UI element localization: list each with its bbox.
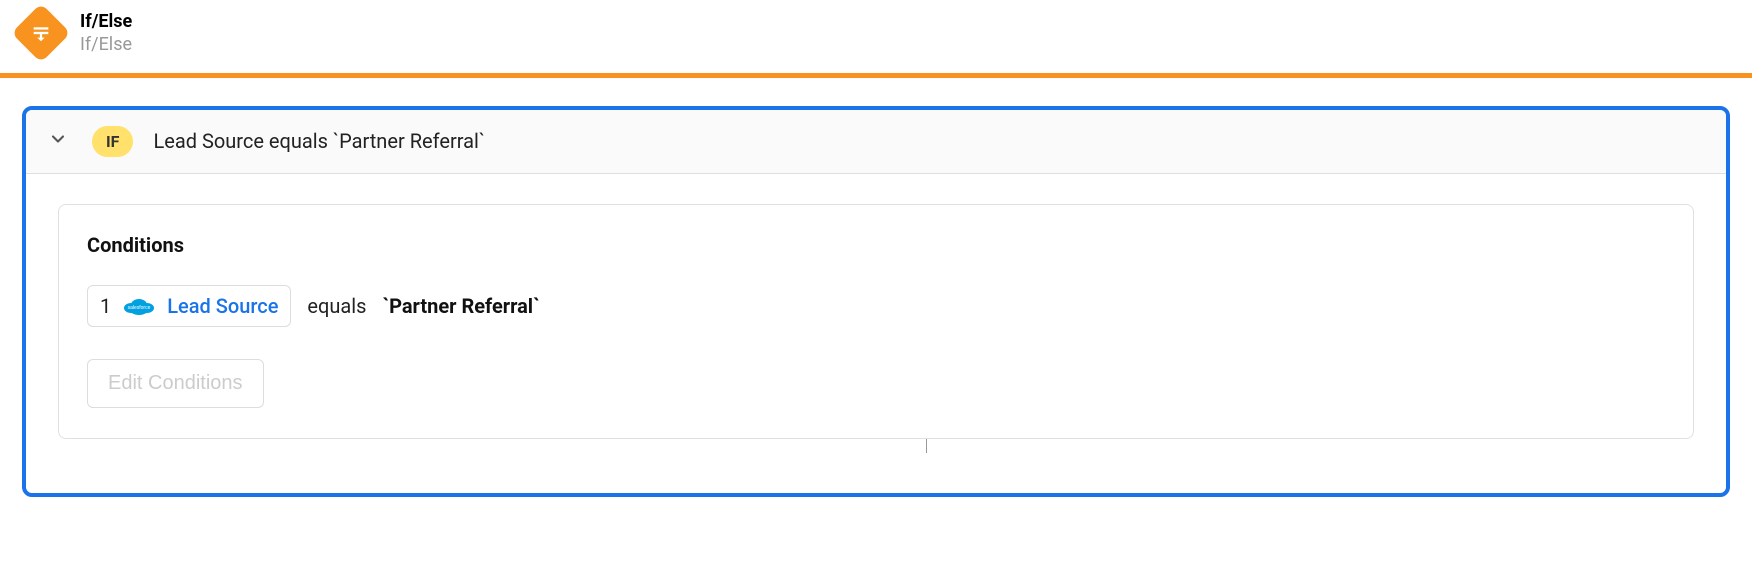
condition-value: `Partner Referral`	[382, 294, 539, 318]
svg-text:salesforce: salesforce	[128, 305, 151, 311]
field-chip[interactable]: 1 salesforce Lead Source	[87, 285, 291, 327]
field-name: Lead Source	[167, 294, 278, 318]
condition-index: 1	[100, 294, 111, 318]
connector-tick	[926, 439, 927, 453]
conditions-card: Conditions 1 salesforce Lead Source	[58, 204, 1694, 439]
chevron-down-icon[interactable]	[48, 129, 68, 153]
if-panel: IF Lead Source equals `Partner Referral`…	[22, 106, 1730, 497]
node-header: If/Else If/Else	[0, 0, 1752, 73]
if-badge: IF	[92, 126, 133, 157]
edit-conditions-button[interactable]: Edit Conditions	[87, 359, 264, 408]
condition-summary: Lead Source equals `Partner Referral`	[153, 129, 485, 153]
condition-row: 1 salesforce Lead Source equals `Partner…	[87, 285, 1665, 327]
if-else-icon	[11, 4, 70, 63]
header-divider	[0, 73, 1752, 78]
salesforce-icon: salesforce	[121, 294, 157, 318]
node-subtitle: If/Else	[80, 33, 132, 56]
conditions-title: Conditions	[87, 233, 1665, 257]
operator: equals	[307, 294, 366, 318]
if-panel-body: Conditions 1 salesforce Lead Source	[26, 174, 1726, 493]
if-panel-header[interactable]: IF Lead Source equals `Partner Referral`	[26, 110, 1726, 174]
node-title: If/Else	[80, 10, 132, 33]
